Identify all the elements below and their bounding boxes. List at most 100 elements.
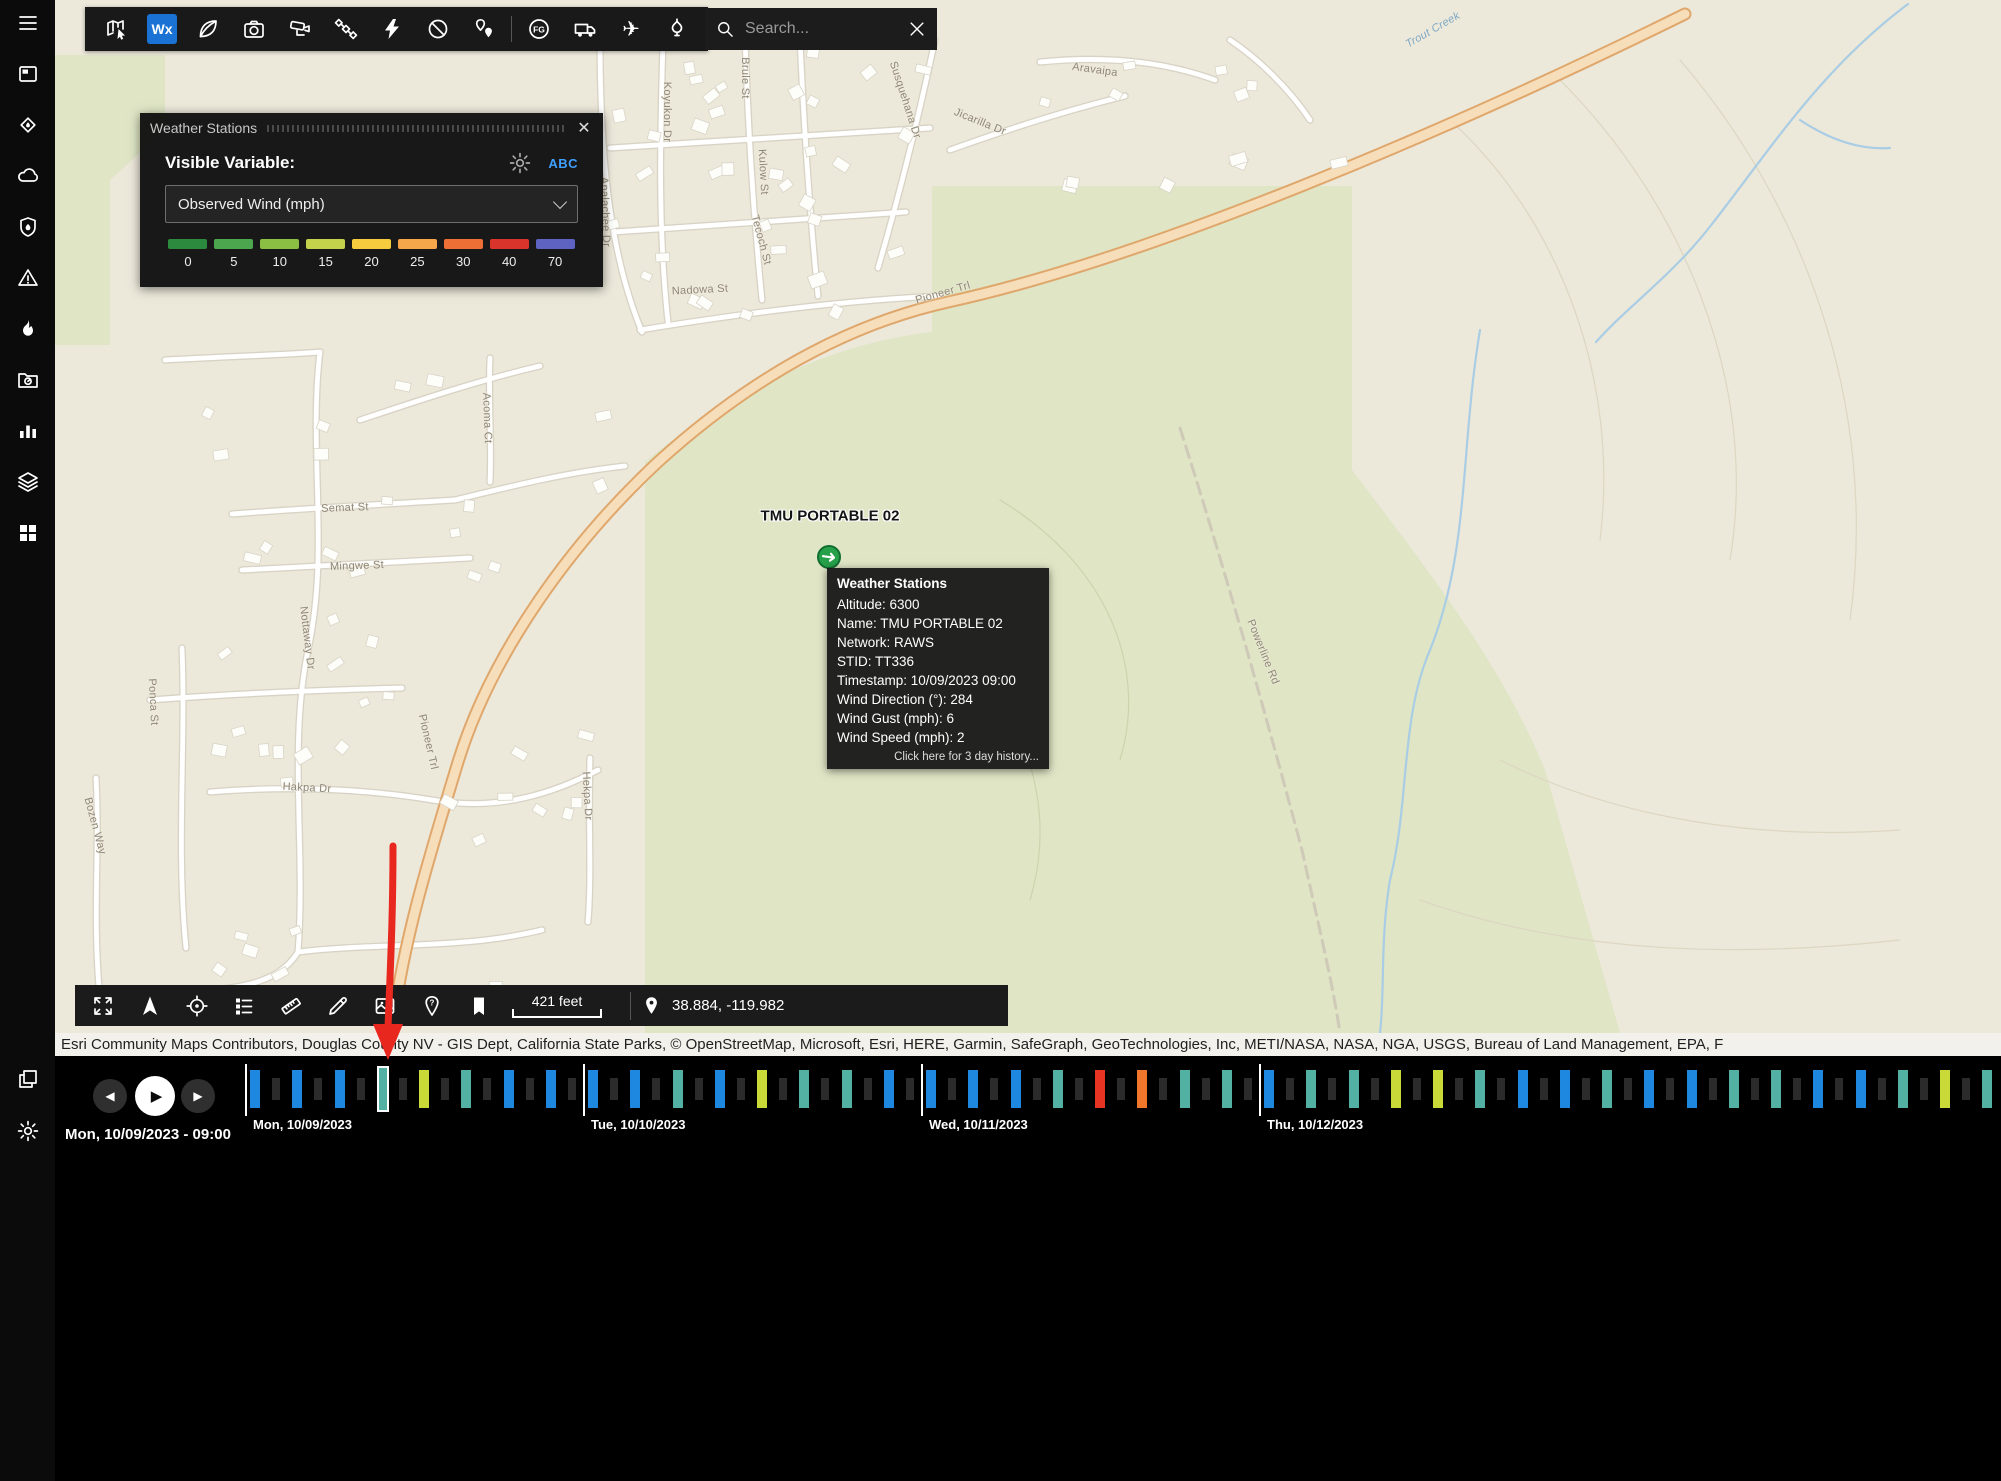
timeline-bar[interactable]	[630, 1070, 640, 1108]
balloon-button[interactable]	[654, 7, 700, 51]
timeline-bar[interactable]	[1602, 1070, 1612, 1108]
locate-button[interactable]	[173, 985, 220, 1026]
satellite-button[interactable]	[323, 7, 369, 51]
incident-button[interactable]	[0, 108, 55, 142]
timeline-bar[interactable]	[461, 1070, 471, 1108]
timeline-bar[interactable]	[715, 1070, 725, 1108]
timeline-bar[interactable]	[419, 1070, 429, 1108]
map-tools-button[interactable]	[93, 7, 139, 51]
close-panel-button[interactable]: ✕	[575, 118, 593, 138]
timeline-bar[interactable]	[1729, 1070, 1739, 1108]
timeline-bar[interactable]	[1982, 1070, 1992, 1108]
vehicles-button[interactable]	[562, 7, 608, 51]
timeline-bar[interactable]	[1856, 1070, 1866, 1108]
timeline-track[interactable]: Mon, 10/09/2023Tue, 10/10/2023Wed, 10/11…	[55, 1056, 2001, 1146]
timeline-bar[interactable]	[1349, 1070, 1359, 1108]
apps-button[interactable]	[0, 516, 55, 550]
basemap-button[interactable]	[361, 985, 408, 1026]
charts-button[interactable]	[0, 414, 55, 448]
search-input[interactable]	[743, 19, 899, 39]
timeline-bar[interactable]	[1264, 1070, 1274, 1108]
timeline-bar[interactable]	[1222, 1070, 1232, 1108]
panel-settings-button[interactable]	[508, 151, 532, 175]
timeline-bar[interactable]	[1095, 1070, 1105, 1108]
restrictions-button[interactable]	[415, 7, 461, 51]
scale-label: 421 feet	[532, 994, 583, 1008]
identify-button[interactable]: ?	[408, 985, 455, 1026]
vegetation-button[interactable]	[185, 7, 231, 51]
timeline-bar[interactable]	[757, 1070, 767, 1108]
legend-label: 10	[272, 254, 286, 269]
lightning-button[interactable]	[369, 7, 415, 51]
bookmark-button[interactable]	[455, 985, 502, 1026]
timeline-tick	[1075, 1078, 1083, 1100]
active-fire-button[interactable]	[0, 312, 55, 346]
timeline-bar[interactable]	[926, 1070, 936, 1108]
visible-variable-select[interactable]: Observed Wind (mph)	[165, 185, 578, 223]
timeline-bar[interactable]	[1053, 1070, 1063, 1108]
timeline-bar[interactable]	[1433, 1070, 1443, 1108]
resources-button[interactable]	[0, 363, 55, 397]
timeline-bar[interactable]	[588, 1070, 598, 1108]
timeline-tick	[1751, 1078, 1759, 1100]
timeline-bar[interactable]	[1687, 1070, 1697, 1108]
weather-button[interactable]	[0, 159, 55, 193]
legend-item: 70	[532, 239, 578, 269]
timeline-bar[interactable]	[1518, 1070, 1528, 1108]
timeline-bar[interactable]	[884, 1070, 894, 1108]
timeline-tick	[1540, 1078, 1548, 1100]
wx-toggle[interactable]: Wx	[139, 7, 185, 51]
timeline-bar[interactable]	[799, 1070, 809, 1108]
timeline-bar[interactable]	[1940, 1070, 1950, 1108]
traffic-cameras-button[interactable]	[277, 7, 323, 51]
fire-risk-button[interactable]	[0, 210, 55, 244]
timeline-bar[interactable]	[250, 1070, 260, 1108]
tooltip-history-link[interactable]: Click here for 3 day history...	[837, 751, 1039, 763]
hazard-button[interactable]	[0, 261, 55, 295]
sidebar-bottom-group	[0, 1062, 55, 1166]
drag-handle[interactable]	[267, 125, 565, 132]
fg-button[interactable]: FG	[516, 7, 562, 51]
settings-button[interactable]	[0, 1114, 55, 1148]
north-arrow-button[interactable]	[126, 985, 173, 1026]
measure-button[interactable]	[267, 985, 314, 1026]
cameras-button[interactable]	[231, 7, 277, 51]
timeline-bar[interactable]	[1306, 1070, 1316, 1108]
top-toolbar: Wx FG	[85, 7, 708, 51]
menu-button[interactable]	[0, 6, 55, 40]
timeline-bar[interactable]	[1644, 1070, 1654, 1108]
timeline-bar[interactable]	[1771, 1070, 1781, 1108]
timeline-tick	[1582, 1078, 1590, 1100]
labels-toggle-button[interactable]: ABC	[548, 156, 578, 171]
timeline-bar[interactable]	[1475, 1070, 1485, 1108]
aircraft-button[interactable]: ✈	[608, 7, 654, 51]
timeline-bar[interactable]	[377, 1066, 389, 1112]
panels-button[interactable]	[0, 57, 55, 91]
draw-button[interactable]	[314, 985, 361, 1026]
timeline-bar[interactable]	[504, 1070, 514, 1108]
location-pin-icon	[641, 995, 662, 1016]
poi-button[interactable]	[461, 7, 507, 51]
clear-search-icon[interactable]	[907, 19, 927, 39]
timeline-bar[interactable]	[335, 1070, 345, 1108]
timeline-bar[interactable]	[292, 1070, 302, 1108]
timeline-bar[interactable]	[1560, 1070, 1570, 1108]
timeline-bar[interactable]	[1137, 1070, 1147, 1108]
timeline-bar[interactable]	[1011, 1070, 1021, 1108]
legend-label: 15	[318, 254, 332, 269]
windows-button[interactable]	[0, 1062, 55, 1096]
legend-swatch	[260, 239, 299, 249]
aircraft-icon: ✈	[622, 19, 640, 40]
timeline-bar[interactable]	[1180, 1070, 1190, 1108]
timeline-bar[interactable]	[1391, 1070, 1401, 1108]
timeline-bar[interactable]	[546, 1070, 556, 1108]
timeline-bar[interactable]	[673, 1070, 683, 1108]
fullscreen-button[interactable]	[79, 985, 126, 1026]
legend-button[interactable]	[220, 985, 267, 1026]
station-marker[interactable]	[816, 544, 842, 570]
timeline-bar[interactable]	[842, 1070, 852, 1108]
timeline-bar[interactable]	[1898, 1070, 1908, 1108]
timeline-bar[interactable]	[968, 1070, 978, 1108]
layers-button[interactable]	[0, 465, 55, 499]
timeline-bar[interactable]	[1813, 1070, 1823, 1108]
